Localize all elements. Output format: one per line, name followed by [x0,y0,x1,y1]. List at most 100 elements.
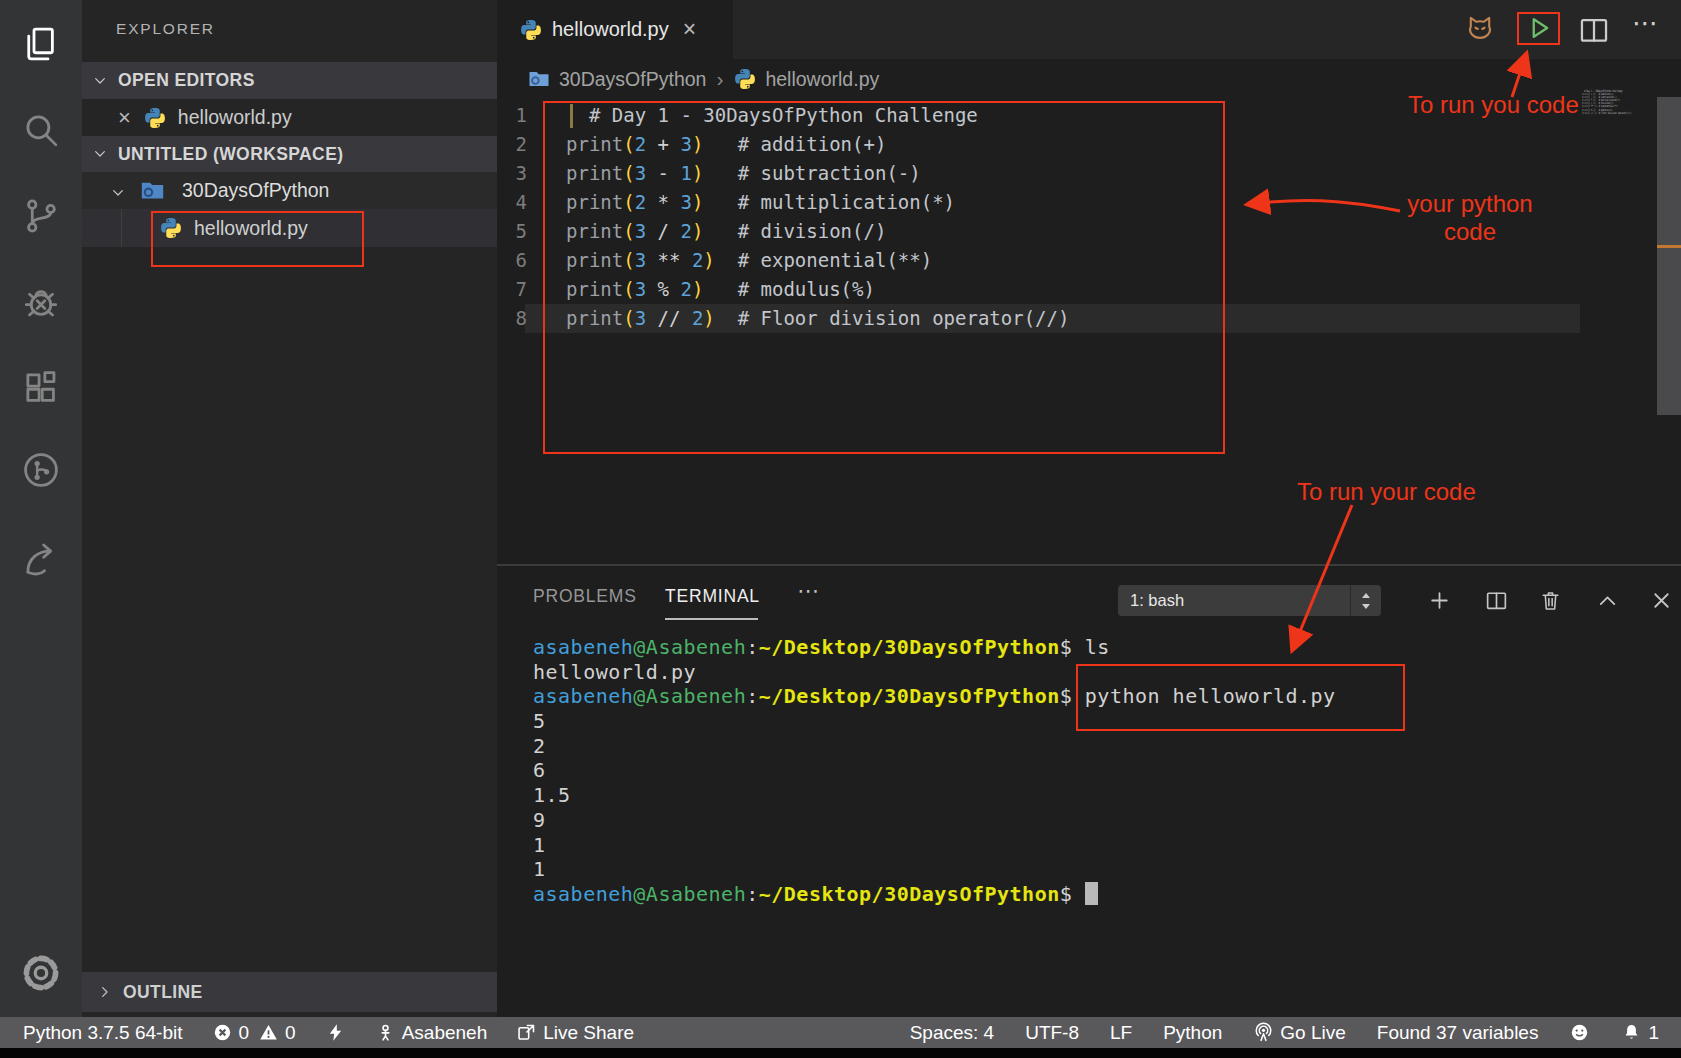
split-editor-icon[interactable] [1577,13,1611,47]
vscode-window: EXPLORER OPEN EDITORS × helloworld.py UN… [0,0,1681,1058]
error-icon [212,1022,233,1043]
activity-bar [0,0,82,1017]
active-tab-underline [665,618,758,620]
bell-icon [1621,1022,1642,1043]
lightning-icon [325,1022,346,1043]
tab-close-icon[interactable]: × [683,16,696,43]
sidebar-title: EXPLORER [116,20,215,38]
shell-select[interactable]: 1: bash [1118,585,1381,616]
outline-label: OUTLINE [123,982,203,1003]
select-divider [1350,585,1351,616]
annotation-box-run-button [1517,12,1560,45]
split-terminal-icon[interactable] [1484,588,1509,613]
status-label: UTF-8 [1025,1022,1079,1044]
status-asabeneh[interactable]: Asabeneh [375,1022,488,1044]
share-arrow-icon[interactable] [20,538,62,580]
annotation-line2: code [1400,218,1540,246]
kill-terminal-icon[interactable] [1538,588,1563,613]
chevron-down-icon [92,146,108,162]
scrollbar-marker [1657,245,1681,248]
warning-icon [258,1022,279,1043]
extensions-icon[interactable] [20,367,62,409]
status-lf[interactable]: LF [1110,1022,1132,1044]
more-actions-icon[interactable]: ⋯ [1632,8,1666,42]
search-icon[interactable] [20,109,62,151]
files-icon[interactable] [20,23,62,65]
open-editor-item-helloworld[interactable]: × helloworld.py [82,99,497,136]
line-numbers-gutter: 12345678 [497,101,527,333]
folder-icon [527,67,551,91]
terminal-cursor [1085,882,1098,905]
chevron-right-icon [97,984,113,1000]
status-found-37-variables[interactable]: Found 37 variables [1377,1022,1539,1044]
status-label: Python [1163,1022,1222,1044]
line-number: 1 [497,101,527,130]
terminal-line: 1 [533,833,1336,858]
debug-icon[interactable] [20,281,62,323]
line-number: 8 [497,304,527,333]
python-file-icon [733,67,757,91]
terminal-line: asabeneh@Asabeneh:~/Desktop/30DaysOfPyth… [533,635,1336,660]
tab-helloworld[interactable]: helloworld.py × [497,0,733,59]
folder-label: 30DaysOfPython [182,179,329,202]
cat-extension-icon[interactable] [1463,11,1497,45]
status-utf-8[interactable]: UTF-8 [1025,1022,1079,1044]
annotation-box-code [543,101,1225,454]
circle-branch-icon[interactable] [20,449,62,491]
chevron-down-icon [92,73,108,89]
bottom-strip [0,1048,1681,1058]
annotation-run-top: To run you code [1408,91,1579,119]
tab-terminal[interactable]: TERMINAL [665,586,760,607]
status-label: Live Share [543,1022,634,1044]
chevron-down-icon [110,183,126,199]
workspace-section-header[interactable]: UNTITLED (WORKSPACE) [82,136,497,172]
status-1[interactable]: 1 [1621,1022,1659,1044]
status-label: 0 [239,1022,250,1044]
settings-gear-icon[interactable] [18,950,64,996]
new-terminal-icon[interactable] [1427,588,1452,613]
maximize-panel-icon[interactable] [1595,588,1620,613]
person-icon [375,1022,396,1043]
annotation-box-sidebar-file [151,211,364,267]
annotation-run-bottom: To run your code [1297,478,1476,506]
tab-bar: helloworld.py × ⋯ [497,0,1681,59]
status-label: Found 37 variables [1377,1022,1539,1044]
annotation-line1: your python [1400,190,1540,218]
line-number: 4 [497,188,527,217]
status-python-3-7-5-64-bit[interactable]: Python 3.7.5 64-bit [23,1022,183,1044]
outline-section-header[interactable]: OUTLINE [82,972,497,1012]
tab-problems[interactable]: PROBLEMS [533,586,637,607]
explorer-sidebar: EXPLORER OPEN EDITORS × helloworld.py UN… [82,0,497,1017]
status-problems[interactable]: 00 [212,1022,296,1044]
line-number: 7 [497,275,527,304]
status-spaces-4[interactable]: Spaces: 4 [910,1022,995,1044]
status-0[interactable]: 0 [258,1022,296,1044]
tree-indent-guide [121,209,122,247]
status-0[interactable]: 0 [212,1022,250,1044]
panel-more-icon[interactable]: ⋯ [797,578,821,604]
open-editors-label: OPEN EDITORS [118,70,255,91]
open-editors-section-header[interactable]: OPEN EDITORS [82,62,497,99]
status-lightning[interactable] [325,1022,346,1043]
editor-scrollbar[interactable] [1657,97,1681,415]
close-panel-icon[interactable] [1649,588,1674,613]
status-smiley[interactable] [1569,1022,1590,1043]
breadcrumb-folder[interactable]: 30DaysOfPython [559,68,706,91]
close-icon[interactable]: × [118,107,131,129]
line-number: 6 [497,246,527,275]
python-file-icon [143,106,167,130]
minimap-line: print(3 // 2) # Floor division operator(… [1582,112,1632,115]
open-editor-label: helloworld.py [178,106,292,129]
status-python[interactable]: Python [1163,1022,1222,1044]
minimap[interactable]: # Day 1 - 30DaysOfPython Challengeprint(… [1582,90,1632,115]
status-go-live[interactable]: Go Live [1253,1022,1345,1044]
status-label: Spaces: 4 [910,1022,995,1044]
source-control-icon[interactable] [20,195,62,237]
breadcrumb-file[interactable]: helloworld.py [765,68,879,91]
tree-item-30daysofpython[interactable]: 30DaysOfPython [82,172,497,209]
status-live-share[interactable]: Live Share [516,1022,634,1044]
terminal-line: 6 [533,758,1336,783]
annotation-box-terminal-command [1076,664,1405,731]
broadcast-icon [1253,1022,1274,1043]
live-share-icon [516,1022,537,1043]
